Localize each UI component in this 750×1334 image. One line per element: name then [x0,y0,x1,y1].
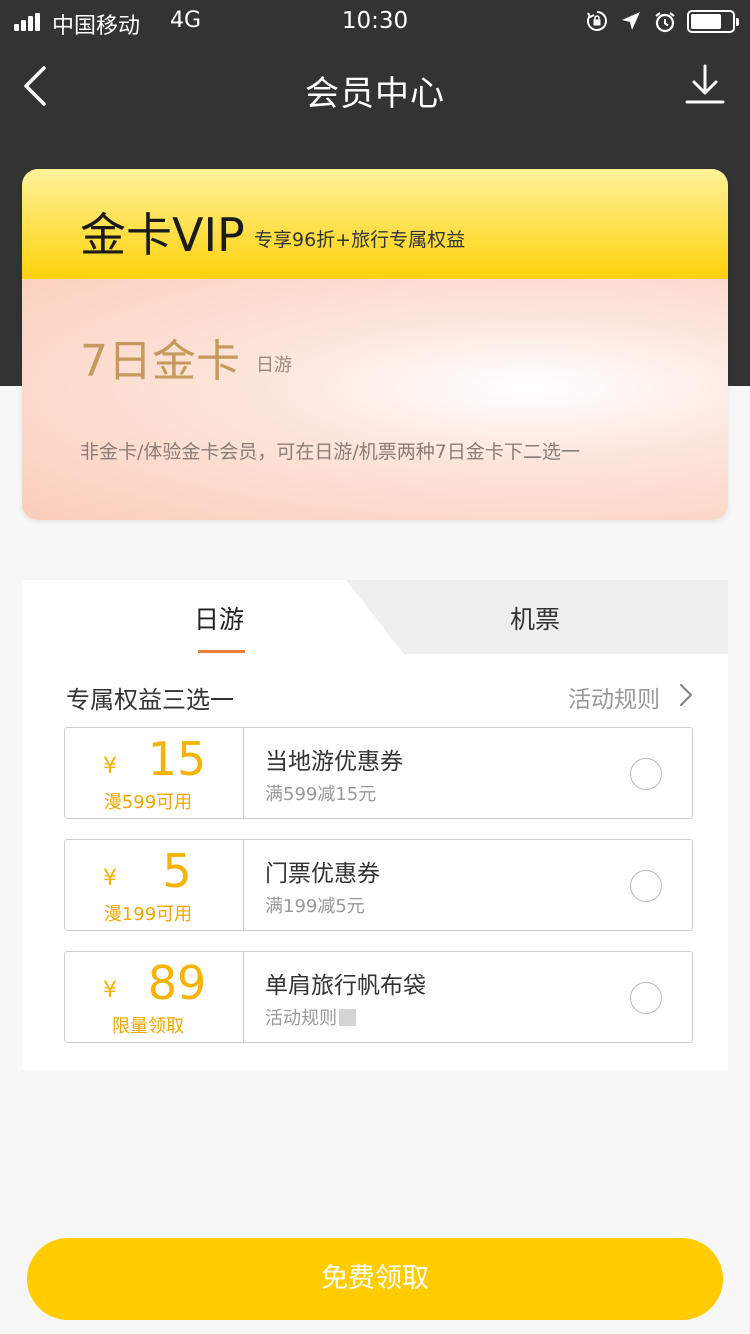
currency-symbol: ¥ [103,754,117,779]
coupon-item[interactable]: ¥ 89 限量领取 单肩旅行帆布袋 活动规则 [64,951,693,1043]
coupon-condition: 漫199可用 [103,904,193,925]
coupon-amount: 15 [147,732,207,786]
coupon-item[interactable]: ¥ 5 漫199可用 门票优惠券 满199减5元 [64,839,693,931]
select-radio[interactable] [630,758,662,790]
currency-symbol: ¥ [103,978,117,1003]
coupon-name: 单肩旅行帆布袋 [265,973,426,999]
coupon-value-section: ¥ 89 限量领取 [65,952,244,1042]
coupon-condition: 限量领取 [112,1016,184,1037]
coupon-desc: 满599减15元 [265,780,376,806]
coupon-desc-text: 活动规则 [265,1008,337,1029]
coupon-desc-text: 满599减15元 [265,784,377,805]
coupon-desc: 活动规则 [265,1004,356,1030]
coupon-condition: 漫599可用 [103,792,193,813]
coupon-desc-text: 满199减5元 [265,896,365,917]
coupon-value-section: ¥ 15 漫599可用 [65,728,244,818]
download-button[interactable] [682,62,728,108]
tab-day-tour[interactable]: 日游 [194,600,244,636]
rules-link-label: 活动规则 [568,687,660,713]
vip-card: 金卡VIP 专享96折+旅行专属权益 7日金卡 日游 非金卡/体验金卡会员，可在… [22,169,728,520]
coupon-desc: 满199减5元 [265,892,365,918]
vip-card-header: 金卡VIP 专享96折+旅行专属权益 [22,169,728,279]
active-tab-indicator [198,650,245,653]
download-icon [685,64,725,104]
pass-note: 非金卡/体验金卡会员，可在日游/机票两种7日金卡下二选一 [80,441,580,463]
alarm-icon [655,12,675,33]
coupon-amount: 5 [162,844,192,898]
battery-icon [687,10,739,33]
tab-flight[interactable]: 机票 [510,600,560,636]
location-icon [622,12,640,30]
image-placeholder-icon [339,1009,356,1026]
benefits-panel: 日游 机票 专属权益三选一 活动规则 ¥ 15 漫599可用 当地游优惠券 满5… [22,580,728,1070]
pass-tag: 日游 [256,355,292,376]
vip-card-body: 7日金卡 日游 非金卡/体验金卡会员，可在日游/机票两种7日金卡下二选一 [22,279,728,520]
coupon-name: 当地游优惠券 [265,749,403,775]
coupon-name: 门票优惠券 [265,861,380,887]
section-title: 专属权益三选一 [66,686,234,714]
vip-card-title: 金卡VIP [80,208,245,262]
coupon-value-section: ¥ 5 漫199可用 [65,840,244,930]
claim-free-button[interactable]: 免费领取 [27,1238,723,1320]
vip-card-subtitle: 专享96折+旅行专属权益 [254,229,466,251]
coupon-item[interactable]: ¥ 15 漫599可用 当地游优惠券 满599减15元 [64,727,693,819]
page-title: 会员中心 [305,74,445,114]
currency-symbol: ¥ [103,866,117,891]
coupon-amount: 89 [147,956,207,1010]
chevron-right-icon [679,683,693,707]
orientation-lock-icon [587,11,607,31]
select-radio[interactable] [630,870,662,902]
pass-title: 7日金卡 [80,336,240,387]
status-bar: 中国移动 4G 10:30 [0,0,750,42]
rules-link[interactable]: 活动规则 [568,680,693,714]
select-radio[interactable] [630,982,662,1014]
